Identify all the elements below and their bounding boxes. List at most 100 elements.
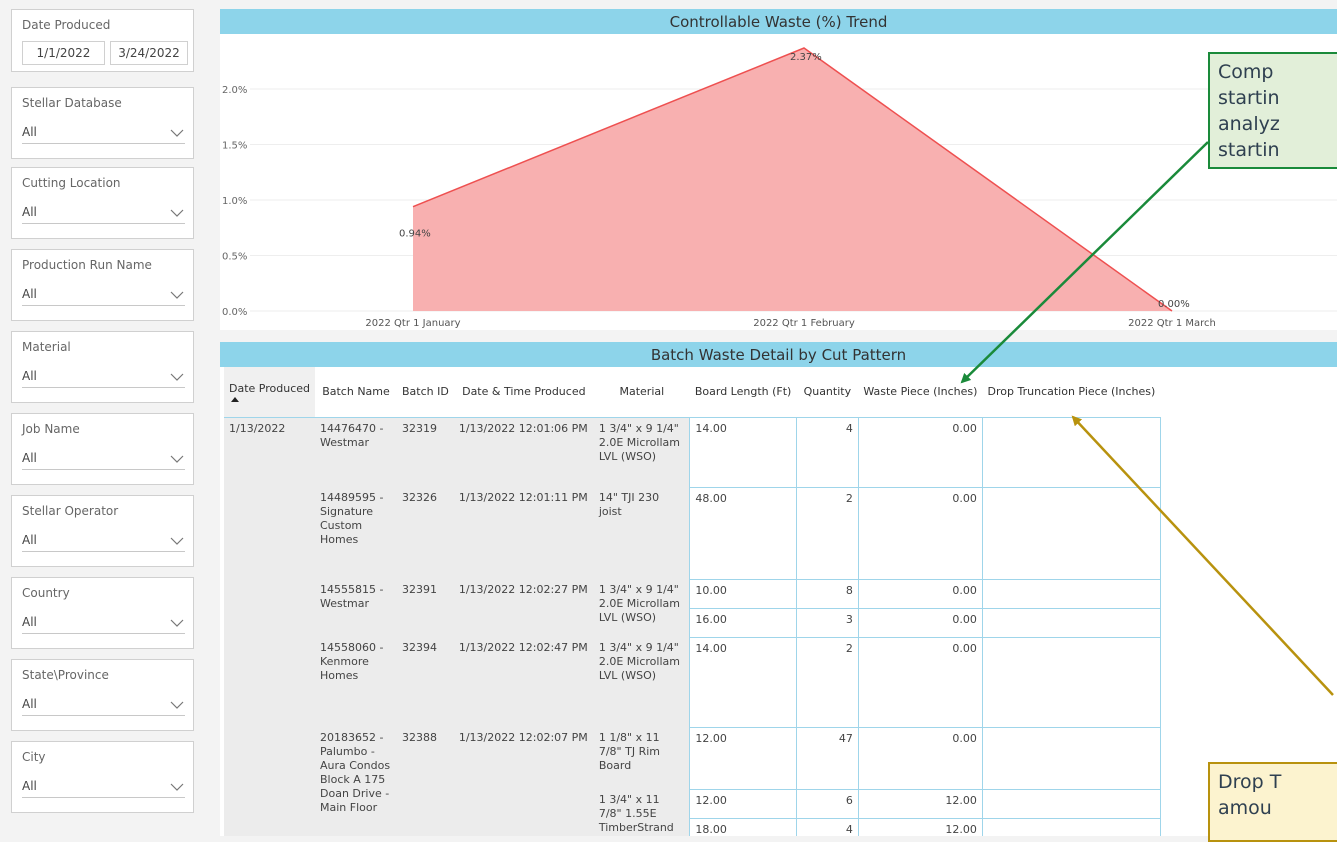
col-drop-truncation[interactable]: Drop Truncation Piece (Inches) — [982, 367, 1161, 418]
callout-line: startin — [1218, 87, 1280, 109]
drop-truncation-cell — [981, 636, 1161, 728]
batch-name-cell: 14476470 - Westmar — [315, 417, 397, 487]
batch-id-cell: 32319 — [397, 417, 454, 487]
batch-id-cell: 32388 — [397, 727, 454, 836]
chevron-down-icon — [170, 537, 184, 545]
drop-truncation-cell — [981, 578, 1161, 609]
material-cell: 1 1/8" x 11 7/8" TJ Rim Board — [593, 727, 690, 789]
filter-card: Cutting Location All — [11, 167, 194, 239]
material-cell: 1 3/4" x 9 1/4" 2.0E Microllam LVL (WSO) — [593, 637, 690, 727]
chart-title: Controllable Waste (%) Trend — [220, 9, 1337, 35]
drop-truncation-cell — [981, 486, 1161, 580]
start-date-input[interactable]: 1/1/2022 — [22, 41, 105, 65]
filter-card: Stellar Database All — [11, 87, 194, 159]
filter-dropdown[interactable]: All — [22, 446, 185, 470]
detail-grid: Date Produced Batch Name Batch ID Date &… — [224, 367, 1161, 836]
col-board-length[interactable]: Board Length (Ft) — [689, 367, 797, 418]
date-produced-label: Date Produced — [22, 18, 111, 32]
board-length-cell: 14.00 — [689, 416, 797, 488]
filter-label: State\Province — [22, 668, 109, 682]
filter-card: City All — [11, 741, 194, 813]
filter-value: All — [22, 533, 37, 547]
callout-line: startin — [1218, 139, 1280, 161]
filter-card: Country All — [11, 577, 194, 649]
sort-ascending-icon — [231, 396, 239, 402]
col-batch-name[interactable]: Batch Name — [315, 367, 397, 418]
table-row: 14489595 - Signature Custom Homes 32326 … — [224, 486, 1161, 580]
datetime-cell: 1/13/2022 12:01:11 PM — [453, 487, 594, 579]
filter-value: All — [22, 205, 37, 219]
data-label: 2.37% — [790, 52, 822, 63]
header-row: Date Produced Batch Name Batch ID Date &… — [224, 367, 1161, 418]
y-tick-label: 0.5% — [222, 252, 247, 263]
gold-annotation-callout: Drop T amou — [1208, 762, 1337, 842]
filter-pane: Date Produced 1/1/2022 3/24/2022 Stellar… — [0, 0, 205, 836]
waste-piece-cell: 12.00 — [857, 788, 983, 819]
board-length-cell: 14.00 — [689, 636, 797, 728]
filter-value: All — [22, 125, 37, 139]
filter-value: All — [22, 451, 37, 465]
batch-name-cell: 14489595 - Signature Custom Homes — [315, 487, 397, 579]
filter-label: Stellar Database — [22, 96, 122, 110]
col-quantity[interactable]: Quantity — [796, 367, 859, 418]
x-tick-label: 2022 Qtr 1 January — [365, 318, 460, 329]
filter-card: Material All — [11, 331, 194, 403]
data-label: 0.00% — [1158, 299, 1190, 310]
waste-piece-cell: 0.00 — [857, 416, 983, 488]
waste-piece-cell: 0.00 — [857, 607, 983, 638]
filter-label: Job Name — [22, 422, 80, 436]
batch-id-cell: 32391 — [397, 579, 454, 637]
material-cell: 1 3/4" x 9 1/4" 2.0E Microllam LVL (WSO) — [593, 579, 690, 637]
chevron-down-icon — [170, 619, 184, 627]
filter-card: State\Province All — [11, 659, 194, 731]
data-label: 0.94% — [399, 229, 431, 240]
chevron-down-icon — [170, 129, 184, 137]
quantity-cell: 4 — [795, 817, 859, 836]
board-length-cell: 16.00 — [689, 607, 797, 638]
filter-dropdown[interactable]: All — [22, 120, 185, 144]
y-tick-label: 0.0% — [222, 307, 247, 318]
filter-dropdown[interactable]: All — [22, 528, 185, 552]
board-length-cell: 10.00 — [689, 578, 797, 609]
datetime-cell: 1/13/2022 12:02:07 PM — [453, 727, 594, 836]
col-date-produced-label: Date Produced — [229, 381, 310, 395]
date-produced-slicer: Date Produced 1/1/2022 3/24/2022 — [11, 9, 194, 72]
filter-card: Stellar Operator All — [11, 495, 194, 567]
chevron-down-icon — [170, 291, 184, 299]
end-date-input[interactable]: 3/24/2022 — [110, 41, 188, 65]
quantity-cell: 6 — [795, 788, 859, 819]
batch-id-cell: 32326 — [397, 487, 454, 579]
col-date-time[interactable]: Date & Time Produced — [453, 367, 594, 418]
filter-dropdown[interactable]: All — [22, 282, 185, 306]
filter-dropdown[interactable]: All — [22, 774, 185, 798]
filter-label: Material — [22, 340, 71, 354]
filter-dropdown[interactable]: All — [22, 200, 185, 224]
callout-line: analyz — [1218, 113, 1280, 135]
waste-piece-cell: 0.00 — [857, 726, 983, 790]
callout-line: future — [1218, 163, 1337, 167]
quantity-cell: 2 — [795, 486, 859, 580]
filter-dropdown[interactable]: All — [22, 692, 185, 716]
col-waste-piece[interactable]: Waste Piece (Inches) — [858, 367, 983, 418]
col-date-produced[interactable]: Date Produced — [224, 367, 315, 418]
waste-trend-chart[interactable]: 0.0% 0.5% 1.0% 1.5% 2.0% 0.94% 2.37% 0.00% 2022 … — [220, 34, 1337, 330]
waste-piece-cell: 0.00 — [857, 486, 983, 580]
y-tick-label: 1.0% — [222, 196, 247, 207]
col-material[interactable]: Material — [593, 367, 690, 418]
batch-detail-table[interactable]: Date Produced Batch Name Batch ID Date &… — [220, 367, 1337, 836]
filter-dropdown[interactable]: All — [22, 610, 185, 634]
filter-dropdown[interactable]: All — [22, 364, 185, 388]
drop-truncation-cell — [981, 817, 1161, 836]
filter-value: All — [22, 697, 37, 711]
chevron-down-icon — [170, 701, 184, 709]
chevron-down-icon — [170, 209, 184, 217]
filter-label: Country — [22, 586, 70, 600]
green-annotation-callout: Comp startin analyz startin future — [1208, 52, 1337, 169]
quantity-cell: 3 — [795, 607, 859, 638]
col-batch-id[interactable]: Batch ID — [397, 367, 454, 418]
batch-name-cell: 20183652 - Palumbo - Aura Condos Block A… — [315, 727, 397, 836]
filter-label: Stellar Operator — [22, 504, 119, 518]
batch-name-cell: 14555815 - Westmar — [315, 579, 397, 637]
y-tick-label: 2.0% — [222, 85, 247, 96]
chevron-down-icon — [170, 373, 184, 381]
